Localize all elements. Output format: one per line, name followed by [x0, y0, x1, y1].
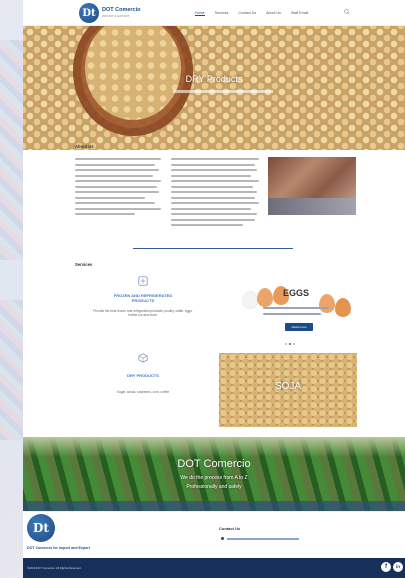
company-banner: DOT Comercio We do the process from A to… — [23, 437, 405, 511]
carousel-dots — [285, 343, 295, 345]
main-nav: Home Services Contact Us About Us Staff … — [195, 11, 308, 16]
nav-staff-email[interactable]: Staff Email — [291, 11, 308, 16]
nav-about[interactable]: About Us — [266, 11, 281, 16]
frozen-products-text: Provide the best frozen and refrigerated… — [93, 309, 193, 317]
nav-contact[interactable]: Contact Us — [238, 11, 256, 16]
copyright-text: ©2019 DOT Comercio. All Rights Reserved. — [27, 566, 82, 570]
carousel-dot-active[interactable] — [289, 343, 291, 345]
services-heading: Services — [75, 262, 93, 267]
dry-products-title[interactable]: DRY PRODUCTS — [103, 373, 183, 378]
logo-subtitle: IMPORT & EXPORT — [102, 13, 130, 18]
site-logo[interactable]: Dt DOT Comercio IMPORT & EXPORT — [79, 3, 141, 23]
carousel-dot[interactable] — [293, 343, 295, 345]
frozen-products-title[interactable]: FROZEN AND REFRIGERATED PRODUCTS — [103, 293, 183, 303]
screenshot-canvas: Dt DOT Comercio IMPORT & EXPORT Home Ser… — [0, 0, 405, 578]
read-more-button[interactable]: Read more — [285, 323, 313, 331]
carousel-dot[interactable] — [285, 343, 287, 345]
footer-logo[interactable]: Dt — [27, 514, 55, 542]
footer-contact-link[interactable] — [227, 538, 299, 540]
hero-title: DRY Products — [185, 74, 243, 84]
facebook-icon[interactable]: f — [381, 562, 391, 572]
logo-title: DOT Comercio — [102, 7, 141, 14]
hero-banner: DRY Products — [23, 26, 405, 150]
about-text-left — [75, 158, 163, 219]
backdrop-decoration — [0, 300, 24, 440]
site-header: Dt DOT Comercio IMPORT & EXPORT Home Ser… — [23, 0, 405, 26]
backdrop-decoration — [0, 40, 24, 260]
soja-image[interactable]: SOJA — [219, 353, 357, 427]
web-page: Dt DOT Comercio IMPORT & EXPORT Home Ser… — [23, 0, 405, 578]
section-divider — [133, 248, 293, 249]
egg-image — [335, 298, 351, 317]
egg-image — [243, 292, 257, 308]
site-footer: Dt DOT Comercio for Import and Export Co… — [23, 511, 405, 558]
banner-line-1: We do the process from A to Z — [180, 475, 248, 481]
eggs-slide: EGGS Read more — [223, 278, 378, 346]
search-icon[interactable] — [344, 9, 350, 15]
eggs-title: EGGS — [283, 288, 310, 298]
linkedin-icon[interactable]: in — [393, 562, 403, 572]
egg-image — [257, 288, 273, 307]
logo-mark: Dt — [79, 3, 99, 23]
footer-logo-text: DOT Comercio for Import and Export — [27, 546, 90, 550]
footer-contact-heading: Contact Us — [219, 526, 241, 531]
package-icon — [138, 353, 148, 363]
eggs-text-placeholder — [263, 307, 333, 318]
bottom-bar: ©2019 DOT Comercio. All Rights Reserved.… — [23, 558, 405, 578]
banner-line-2: Professionally and safely — [186, 484, 242, 490]
snowflake-box-icon — [138, 276, 148, 286]
nav-home[interactable]: Home — [195, 11, 205, 16]
about-heading: About Us — [75, 144, 94, 149]
nav-services[interactable]: Services — [215, 11, 229, 16]
warehouse-image — [268, 157, 356, 215]
dry-products-text: Sugar, cacao, soybeans, corn, coffee — [116, 390, 170, 394]
about-text-right — [171, 158, 261, 230]
hero-subtitle-blur — [173, 90, 273, 93]
soja-label: SOJA — [274, 381, 302, 392]
bullet-icon — [221, 537, 224, 540]
banner-title: DOT Comercio — [177, 458, 251, 470]
